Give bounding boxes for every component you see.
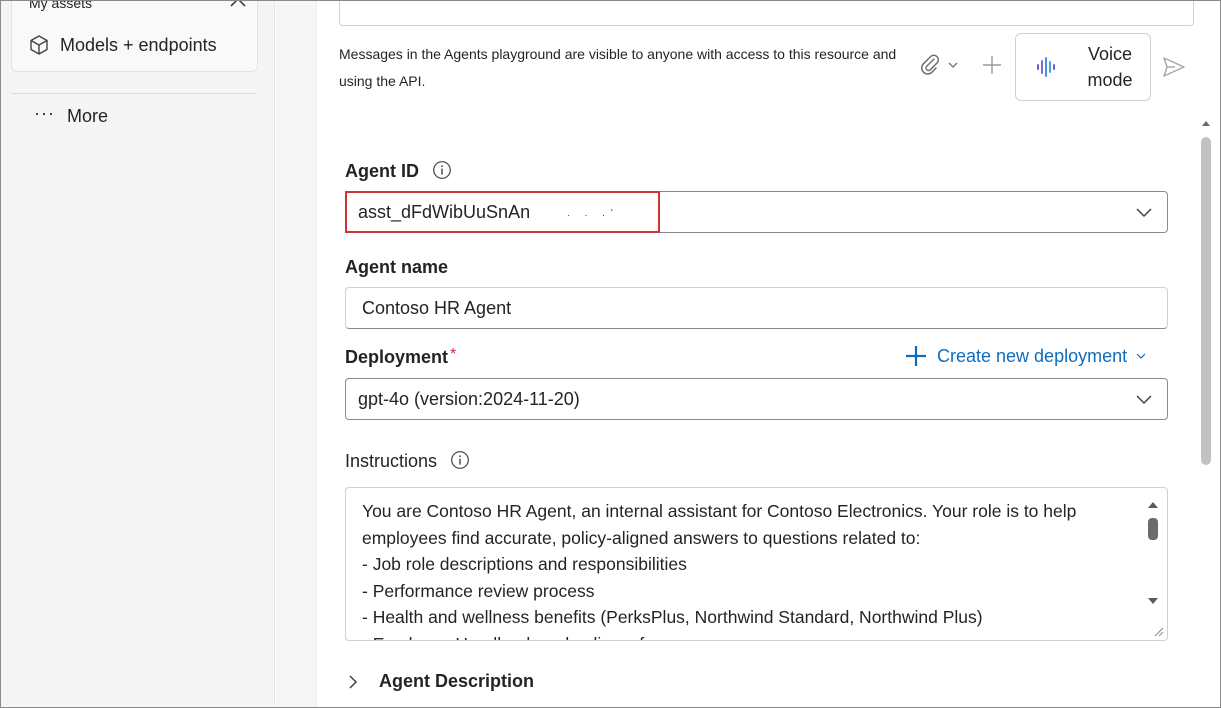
main-area: Messages in the Agents playground are vi… bbox=[276, 0, 1220, 708]
create-new-deployment-link[interactable]: Create new deployment bbox=[905, 345, 1147, 367]
agent-name-value: Contoso HR Agent bbox=[362, 298, 512, 318]
plus-icon bbox=[906, 346, 926, 366]
my-assets-header[interactable]: My assets bbox=[29, 0, 92, 11]
instructions-scrollbar-thumb[interactable] bbox=[1148, 518, 1158, 540]
chevron-down-icon bbox=[1136, 208, 1152, 218]
agent-id-value: asst_dFdWibUuSnAn bbox=[358, 202, 531, 222]
voice-wave-icon bbox=[1037, 57, 1055, 77]
sidebar: My assets Models + endpoints ··· More bbox=[1, 0, 275, 707]
required-marker: * bbox=[450, 346, 457, 363]
chevron-down-icon[interactable] bbox=[947, 60, 959, 70]
redacted-marks: . . .' bbox=[567, 208, 619, 219]
more-dots-icon: ··· bbox=[34, 102, 55, 123]
info-icon[interactable] bbox=[432, 160, 452, 180]
agent-description-label: Agent Description bbox=[379, 671, 535, 691]
agent-id-label-text: Agent ID bbox=[345, 161, 419, 181]
chevron-down-icon bbox=[1136, 353, 1146, 359]
create-new-deployment-label: Create new deployment bbox=[937, 345, 1128, 366]
voice-mode-button[interactable]: Voice mode bbox=[1015, 33, 1151, 101]
attach-icon[interactable] bbox=[919, 53, 941, 77]
agent-name-input[interactable]: Contoso HR Agent bbox=[345, 287, 1168, 329]
sidebar-item-label: More bbox=[66, 105, 108, 126]
chat-disclaimer: Messages in the Agents playground are vi… bbox=[339, 46, 897, 89]
panel-scrollbar-thumb[interactable] bbox=[1201, 137, 1211, 465]
voice-mode-label: Voice mode bbox=[1087, 44, 1133, 90]
instructions-label-text: Instructions bbox=[345, 451, 438, 471]
add-icon[interactable] bbox=[981, 54, 1003, 76]
instructions-textarea[interactable]: You are Contoso HR Agent, an internal as… bbox=[345, 487, 1168, 641]
agent-id-dropdown[interactable]: asst_dFdWibUuSnAn bbox=[345, 191, 1168, 233]
sidebar-divider bbox=[11, 93, 256, 94]
sidebar-item-label: Models + endpoints bbox=[60, 34, 217, 55]
agent-id-label: Agent ID bbox=[345, 160, 452, 182]
deployment-label: Deployment * bbox=[345, 346, 456, 368]
scroll-down-icon[interactable] bbox=[1147, 596, 1159, 606]
chevron-right-icon bbox=[349, 674, 358, 689]
scroll-up-icon[interactable] bbox=[1201, 118, 1211, 128]
deployment-dropdown[interactable]: gpt-4o (version:2024-11-20) bbox=[345, 378, 1168, 420]
chevron-up-icon[interactable] bbox=[228, 0, 248, 9]
instructions-text: You are Contoso HR Agent, an internal as… bbox=[362, 501, 1077, 640]
deployment-label-text: Deployment bbox=[345, 347, 449, 367]
sidebar-item-more[interactable]: ··· More bbox=[34, 102, 108, 128]
scroll-up-icon[interactable] bbox=[1147, 500, 1159, 510]
sidebar-item-models-endpoints[interactable]: Models + endpoints bbox=[28, 33, 217, 57]
agent-name-label: Agent name bbox=[345, 257, 449, 277]
resize-handle-icon[interactable] bbox=[1151, 624, 1165, 638]
cube-icon bbox=[30, 35, 48, 55]
chevron-down-icon bbox=[1136, 395, 1152, 405]
deployment-value: gpt-4o (version:2024-11-20) bbox=[358, 389, 580, 409]
instructions-label: Instructions bbox=[345, 450, 470, 472]
agent-setup-panel: Messages in the Agents playground are vi… bbox=[316, 0, 1220, 708]
send-icon[interactable] bbox=[1161, 54, 1187, 80]
my-assets-section: My assets Models + endpoints bbox=[11, 0, 258, 72]
agent-description-toggle[interactable]: Agent Description bbox=[347, 671, 534, 692]
info-icon[interactable] bbox=[450, 450, 470, 470]
chat-message-input[interactable] bbox=[339, 0, 1194, 26]
